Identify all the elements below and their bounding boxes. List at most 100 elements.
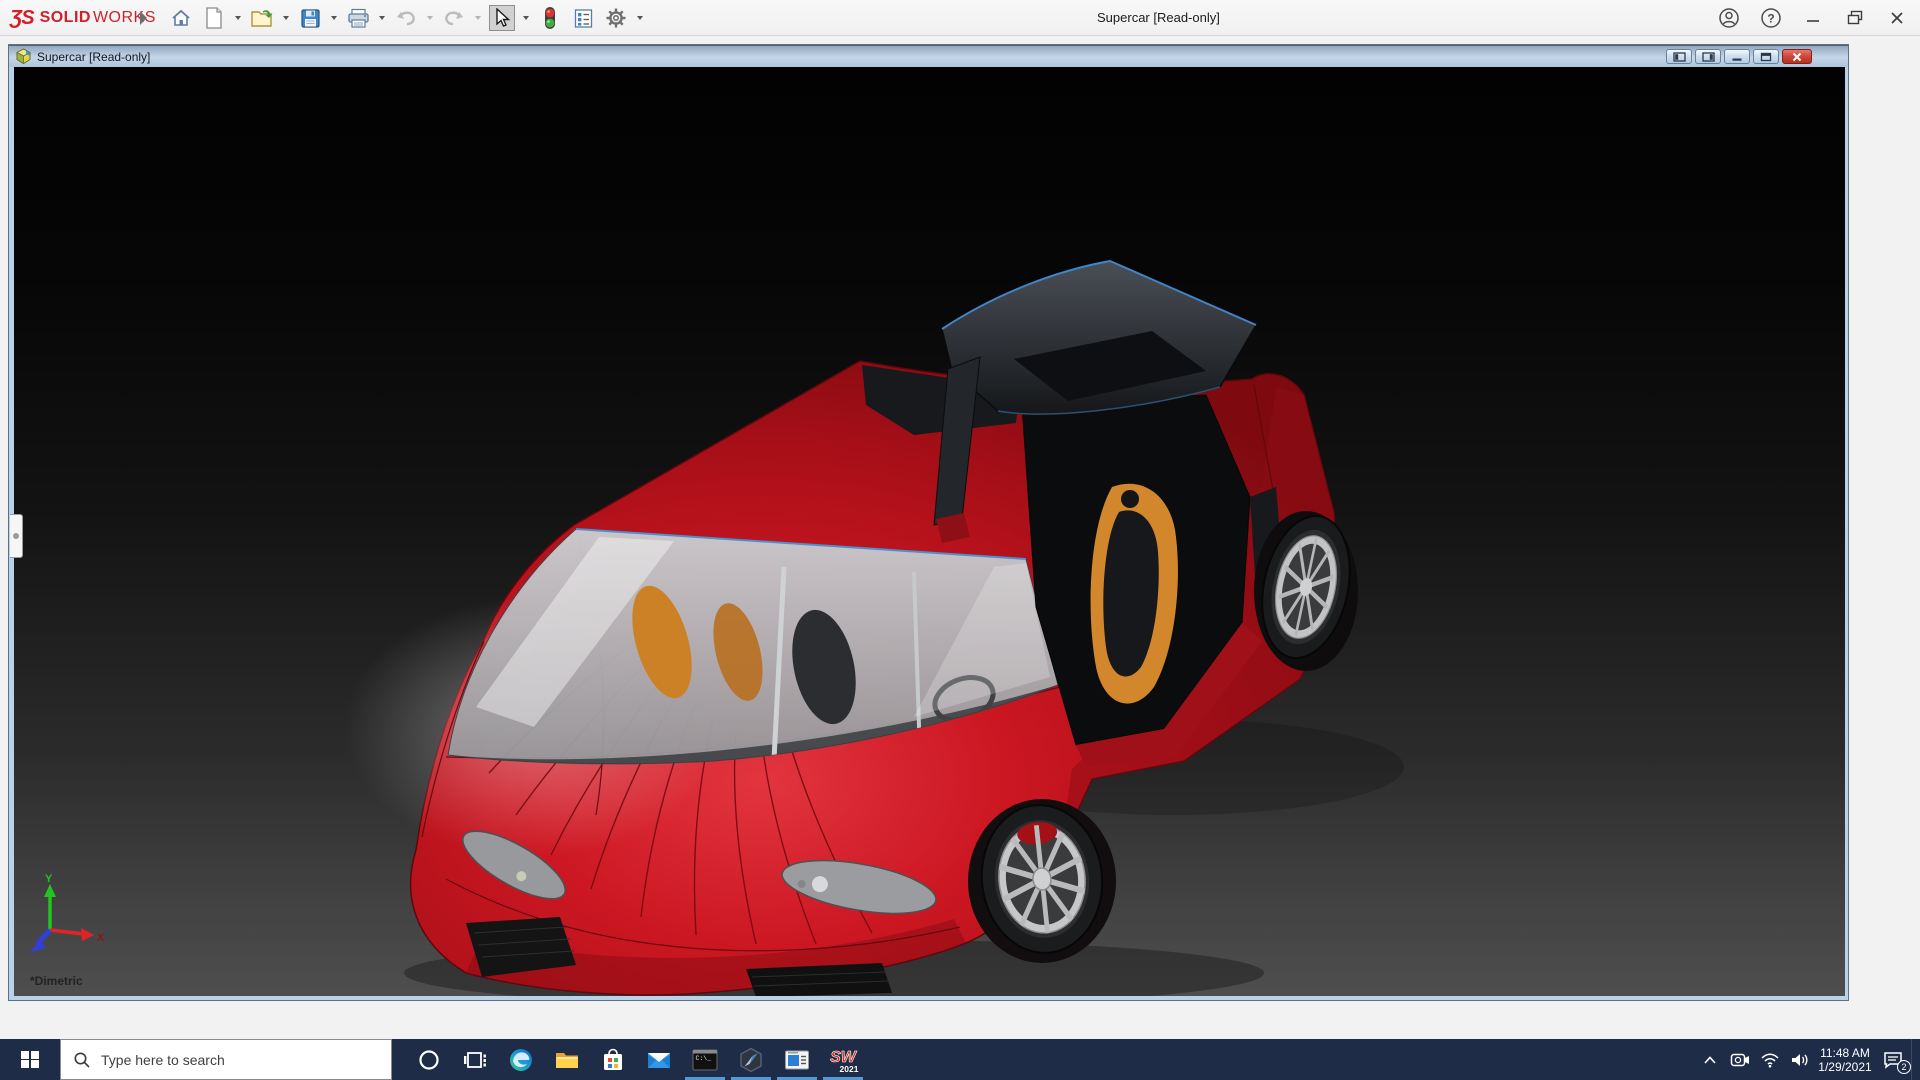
minimize-icon <box>1805 10 1821 26</box>
document-title: Supercar [Read-only] <box>37 50 150 64</box>
undo-dropdown[interactable] <box>426 5 434 31</box>
pane-tab-dot-icon <box>13 533 19 539</box>
document-close-button[interactable] <box>1782 49 1812 64</box>
orientation-triad: Y X <box>28 872 108 964</box>
file-explorer-icon <box>554 1049 580 1071</box>
command-prompt-icon: C:\_ <box>692 1048 718 1072</box>
mail-icon <box>646 1049 672 1071</box>
windows-logo-icon <box>21 1051 39 1069</box>
microsoft-store-icon <box>601 1048 625 1072</box>
redo-icon <box>442 8 466 28</box>
rebuild-button[interactable] <box>537 5 563 31</box>
select-cursor-icon <box>493 8 511 28</box>
document-titlebar[interactable]: Supercar [Read-only] <box>9 45 1848 67</box>
meet-now-camera-icon <box>1730 1052 1750 1068</box>
new-document-dropdown[interactable] <box>234 5 242 31</box>
meet-now-button[interactable] <box>1725 1039 1755 1080</box>
wifi-icon <box>1760 1052 1780 1068</box>
new-document-icon <box>204 7 224 29</box>
app-window-controls: ? <box>1716 0 1910 36</box>
taskbar-search[interactable]: Type here to search <box>60 1039 392 1080</box>
svg-text:Y: Y <box>45 873 53 885</box>
app-titlebar: ƷS SOLID WORKS <box>0 0 1920 36</box>
graphics-viewport[interactable]: Y X *Dimetric <box>14 67 1845 996</box>
help-icon: ? <box>1760 7 1782 29</box>
redo-dropdown[interactable] <box>474 5 482 31</box>
close-button[interactable] <box>1884 5 1910 31</box>
clock-date: 1/29/2021 <box>1815 1060 1875 1074</box>
document-window-controls <box>1666 49 1812 64</box>
toolbar-flyout-arrow-icon[interactable] <box>140 11 147 25</box>
solidworks-2021-icon: SW 2021 <box>827 1045 859 1075</box>
system-tray: 11:48 AM 1/29/2021 2 <box>1695 1039 1916 1080</box>
left-pane-icon <box>1673 52 1686 62</box>
solidworks-logo: ƷS SOLID WORKS <box>10 0 156 36</box>
document-minimize-button[interactable] <box>1724 49 1750 64</box>
document-window: Supercar [Read-only] <box>8 44 1849 1001</box>
document-restore-icon <box>1760 52 1772 62</box>
print-dropdown[interactable] <box>378 5 386 31</box>
cortana-icon <box>418 1049 440 1071</box>
svg-text:C:\_: C:\_ <box>696 1055 712 1062</box>
taskbar-clock[interactable]: 11:48 AM 1/29/2021 <box>1815 1046 1875 1074</box>
print-button[interactable] <box>345 5 371 31</box>
volume-icon <box>1790 1052 1810 1068</box>
taskbar-system-window-app[interactable] <box>774 1039 820 1080</box>
volume-button[interactable] <box>1785 1039 1815 1080</box>
open-button[interactable] <box>249 5 275 31</box>
taskbar-edge[interactable] <box>498 1039 544 1080</box>
toggle-left-pane-button[interactable] <box>1666 49 1692 64</box>
view-orientation-label: *Dimetric <box>30 974 83 988</box>
part-document-icon <box>15 48 32 65</box>
taskbar: Type here to search <box>0 1039 1920 1080</box>
microsoft-edge-icon <box>508 1047 534 1073</box>
select-dropdown[interactable] <box>522 5 530 31</box>
chevron-up-icon <box>1703 1055 1717 1065</box>
featuremanager-collapsed-tab[interactable] <box>10 514 23 558</box>
app-title: Supercar [Read-only] <box>1097 0 1220 36</box>
logo-solid-text: SOLID <box>40 9 91 27</box>
svg-text:?: ? <box>1767 12 1774 26</box>
gear-icon <box>605 7 627 29</box>
system-window-app-icon <box>784 1049 810 1071</box>
document-restore-button[interactable] <box>1753 49 1779 64</box>
select-button[interactable] <box>489 5 515 31</box>
show-desktop-button[interactable] <box>1911 1039 1916 1080</box>
save-dropdown[interactable] <box>330 5 338 31</box>
hidden-icons-chevron[interactable] <box>1695 1039 1725 1080</box>
close-icon <box>1889 10 1905 26</box>
new-document-button[interactable] <box>201 5 227 31</box>
taskbar-microsoft-store[interactable] <box>590 1039 636 1080</box>
supercar-3d-model[interactable] <box>14 67 1845 996</box>
taskbar-task-view[interactable] <box>452 1039 498 1080</box>
taskbar-mail[interactable] <box>636 1039 682 1080</box>
taskbar-file-explorer[interactable] <box>544 1039 590 1080</box>
taskbar-command-prompt[interactable]: C:\_ <box>682 1039 728 1080</box>
toggle-right-pane-button[interactable] <box>1695 49 1721 64</box>
document-minimize-icon <box>1731 52 1743 62</box>
open-folder-icon <box>250 7 274 29</box>
account-button[interactable] <box>1716 5 1742 31</box>
save-icon <box>300 8 321 29</box>
restore-button[interactable] <box>1842 5 1868 31</box>
save-button[interactable] <box>297 5 323 31</box>
redo-button[interactable] <box>441 5 467 31</box>
taskbar-solidworks-2021[interactable]: SW 2021 <box>820 1039 866 1080</box>
taskbar-hexagon-compass-app[interactable] <box>728 1039 774 1080</box>
home-button[interactable] <box>168 5 194 31</box>
undo-button[interactable] <box>393 5 419 31</box>
svg-text:X: X <box>97 932 105 944</box>
help-button[interactable]: ? <box>1758 5 1784 31</box>
taskbar-cortana[interactable] <box>406 1039 452 1080</box>
options-dropdown[interactable] <box>636 5 644 31</box>
open-dropdown[interactable] <box>282 5 290 31</box>
action-center-button[interactable]: 2 <box>1875 1039 1911 1080</box>
file-properties-button[interactable] <box>570 5 596 31</box>
minimize-button[interactable] <box>1800 5 1826 31</box>
notification-badge: 2 <box>1897 1060 1911 1074</box>
search-icon <box>73 1051 91 1069</box>
home-icon <box>170 7 192 29</box>
network-button[interactable] <box>1755 1039 1785 1080</box>
options-button[interactable] <box>603 5 629 31</box>
start-button[interactable] <box>0 1039 60 1080</box>
